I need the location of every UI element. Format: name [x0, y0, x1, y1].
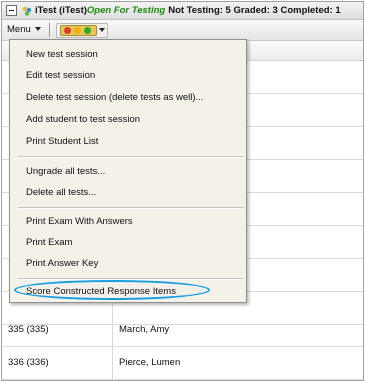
chevron-down-icon — [35, 26, 42, 32]
menu-item-add-student[interactable]: Add student to test session — [26, 112, 140, 128]
test-session-panel: iTest (iTest) Open For Testing Not Testi… — [1, 1, 364, 381]
panel-toolbar: Menu — [2, 20, 363, 41]
menu-item-delete-all-tests[interactable]: Delete all tests... — [26, 185, 96, 201]
menu-item-new-test-session[interactable]: New test session — [26, 47, 98, 63]
menu-button[interactable]: Menu — [5, 23, 43, 36]
student-name-cell: March, Amy — [119, 324, 170, 335]
traffic-light-button[interactable] — [56, 23, 108, 38]
red-light-icon — [64, 27, 71, 34]
menu-separator — [18, 156, 244, 158]
student-id-cell: 336 (336) — [8, 357, 49, 368]
session-menu-dropdown: New test session Edit test session Delet… — [9, 39, 247, 303]
menu-item-edit-test-session[interactable]: Edit test session — [26, 68, 95, 84]
menu-item-delete-test-session[interactable]: Delete test session (delete tests as wel… — [26, 90, 203, 106]
student-id-cell: 335 (335) — [8, 324, 49, 335]
session-title: iTest (iTest) — [35, 5, 87, 16]
menu-button-label: Menu — [7, 24, 31, 35]
collapse-icon[interactable] — [6, 5, 17, 16]
menu-item-print-student-list[interactable]: Print Student List — [26, 134, 98, 150]
chevron-down-icon — [99, 28, 105, 32]
student-name-cell: Pierce, Lumen — [119, 357, 181, 368]
menu-item-ungrade-all-tests[interactable]: Ungrade all tests... — [26, 164, 105, 180]
menu-separator — [18, 207, 244, 209]
traffic-light-icon — [60, 25, 97, 36]
toolbar-divider — [49, 23, 50, 37]
session-counts: Not Testing: 5 Graded: 3 Completed: 1 — [168, 5, 341, 16]
app-icon — [22, 6, 32, 16]
yellow-light-icon — [74, 27, 81, 34]
table-row[interactable]: 335 (335) March, Amy — [2, 314, 363, 347]
panel-titlebar: iTest (iTest) Open For Testing Not Testi… — [2, 2, 363, 20]
table-row[interactable]: 336 (336) Pierce, Lumen — [2, 347, 363, 380]
menu-item-print-answer-key[interactable]: Print Answer Key — [26, 256, 98, 272]
green-light-icon — [84, 27, 91, 34]
session-status: Open For Testing — [86, 5, 166, 16]
menu-item-score-constructed-response[interactable]: Score Constructed Response Items — [26, 284, 176, 300]
menu-item-print-exam-with-answers[interactable]: Print Exam With Answers — [26, 214, 133, 230]
menu-separator — [18, 278, 244, 280]
menu-item-print-exam[interactable]: Print Exam — [26, 235, 72, 251]
